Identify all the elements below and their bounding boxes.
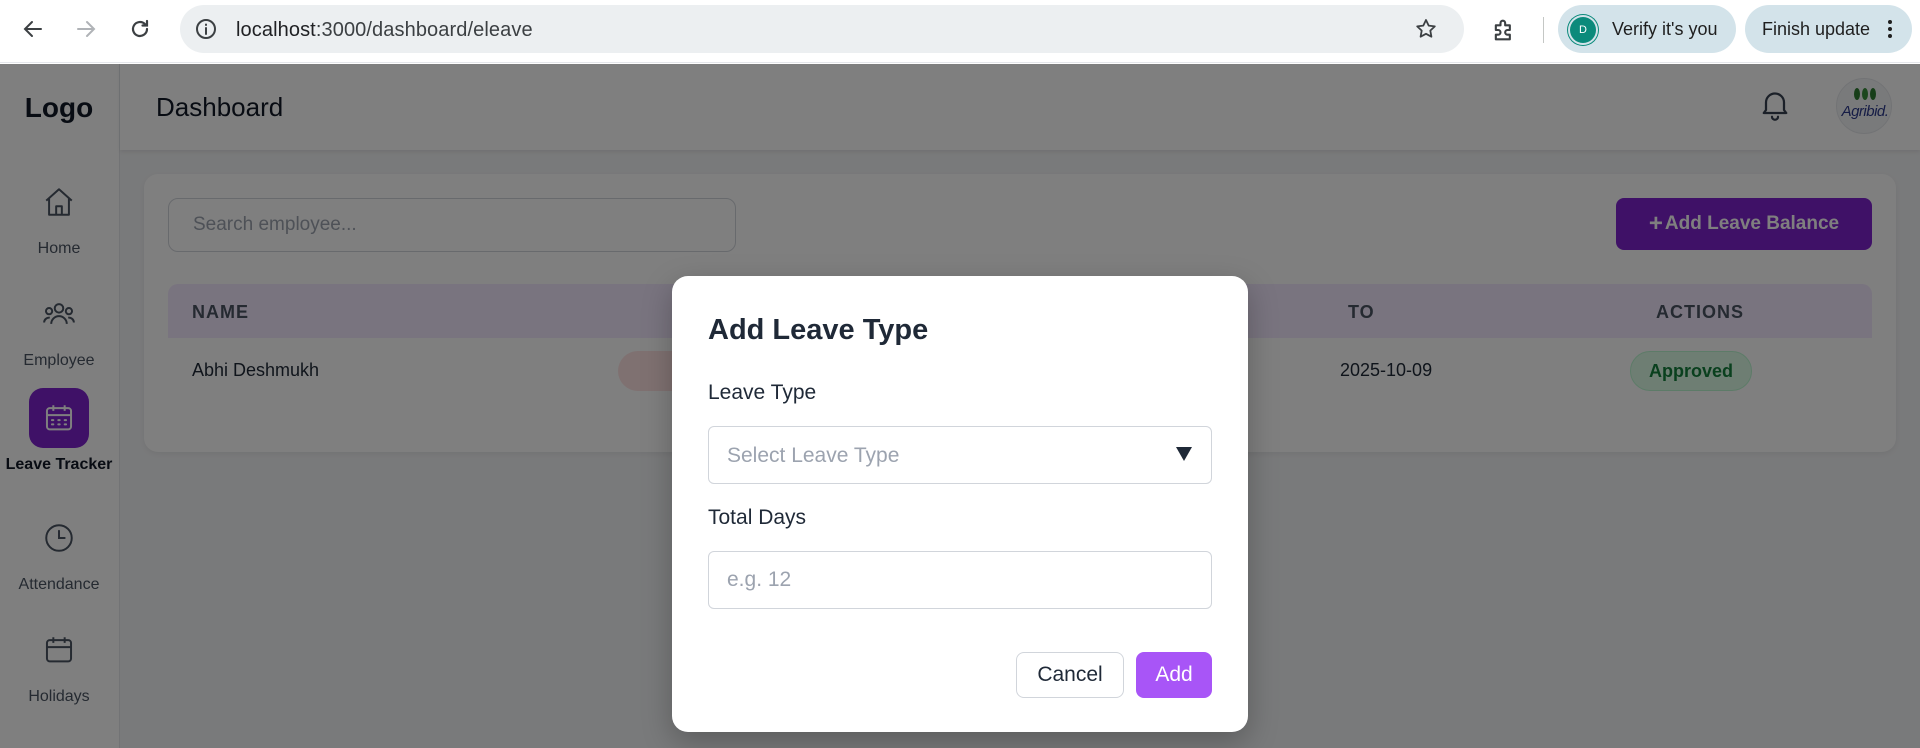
add-button[interactable]: Add <box>1136 652 1212 698</box>
reload-icon <box>131 19 149 38</box>
total-days-label: Total Days <box>708 506 807 529</box>
update-label: Finish update <box>1762 19 1871 39</box>
more-vert-icon[interactable] <box>1878 17 1902 41</box>
verify-identity-button[interactable]: D Verify it's you <box>1558 5 1736 53</box>
site-info-icon[interactable] <box>194 17 218 41</box>
back-button[interactable] <box>15 11 51 47</box>
caret-down-icon <box>1176 447 1192 461</box>
total-days-input[interactable] <box>708 551 1212 609</box>
reload-button[interactable] <box>122 11 158 47</box>
profile-avatar: D <box>1570 17 1596 43</box>
leave-type-label: Leave Type <box>708 381 817 404</box>
verify-label: Verify it's you <box>1612 19 1718 39</box>
forward-button[interactable] <box>68 11 104 47</box>
leave-type-select-value: Select Leave Type <box>727 444 900 467</box>
leave-type-select[interactable]: Select Leave Type <box>708 426 1212 484</box>
finish-update-button[interactable]: Finish update <box>1745 5 1912 53</box>
browser-toolbar: localhost:3000/dashboard/eleave D Verify… <box>0 0 1920 63</box>
modal-title: Add Leave Type <box>708 314 929 346</box>
bookmark-star-icon[interactable] <box>1414 17 1438 41</box>
toolbar-divider <box>1543 17 1544 43</box>
add-leave-type-modal: Add Leave Type Leave Type Select Leave T… <box>672 276 1248 732</box>
arrow-left-icon <box>23 21 42 37</box>
cancel-button[interactable]: Cancel <box>1016 652 1124 698</box>
address-bar[interactable]: localhost:3000/dashboard/eleave <box>180 5 1464 53</box>
url-text: localhost:3000/dashboard/eleave <box>236 19 533 41</box>
arrow-right-icon <box>77 21 96 37</box>
extensions-icon[interactable] <box>1490 16 1518 44</box>
